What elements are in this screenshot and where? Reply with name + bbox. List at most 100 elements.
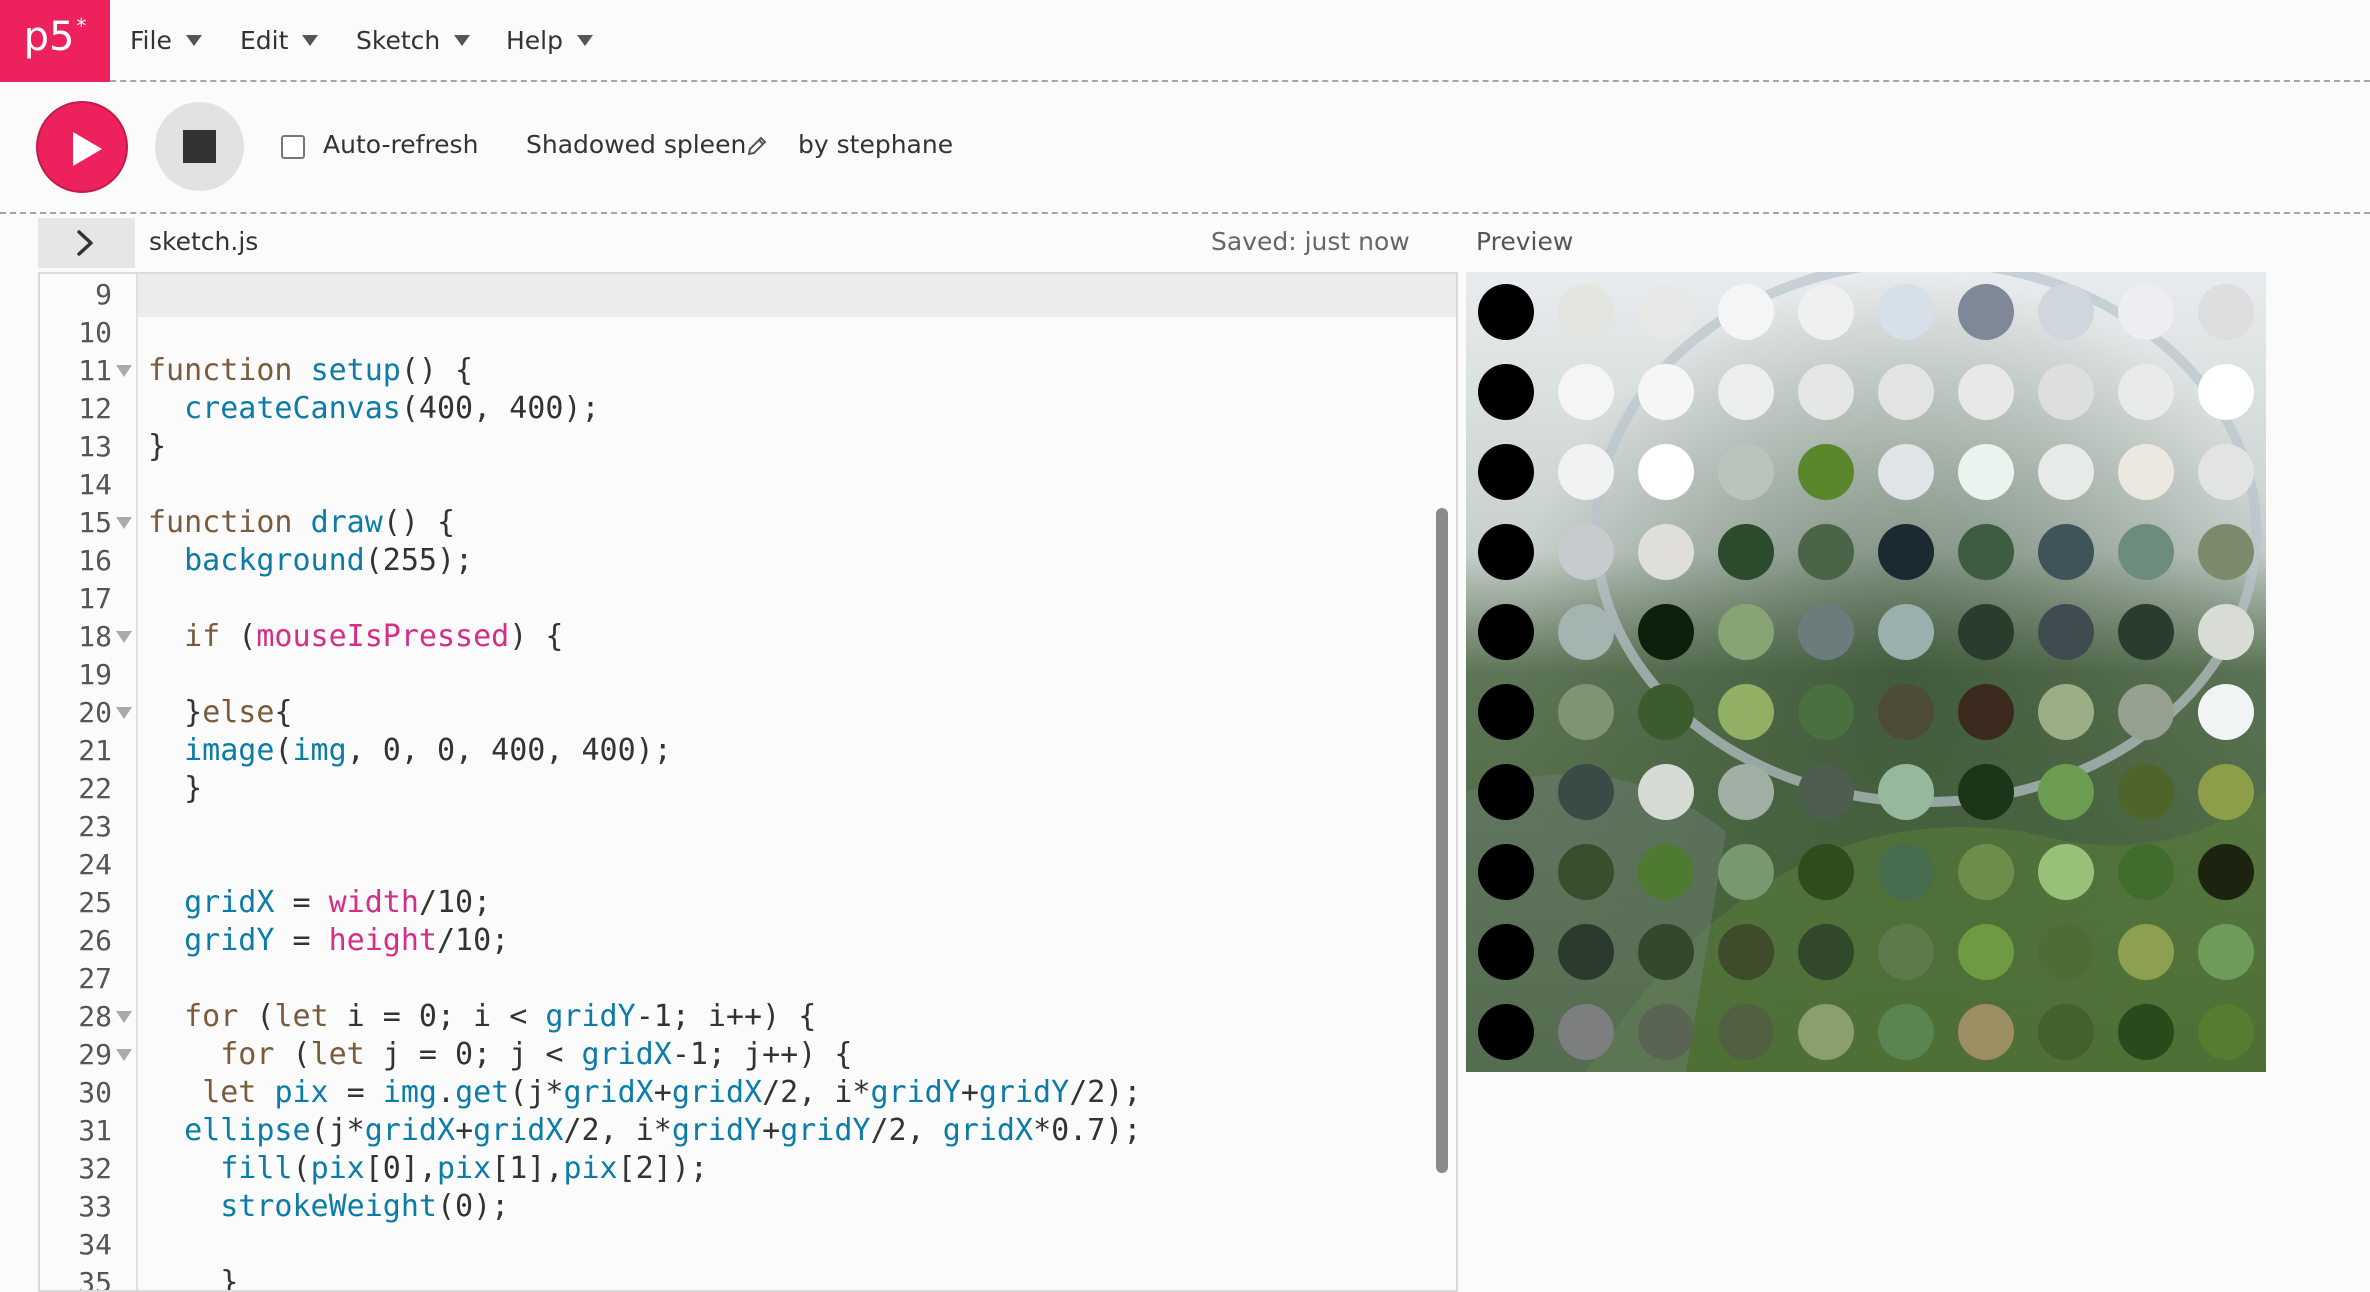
preview-dot <box>1558 364 1614 420</box>
preview-dot <box>1558 444 1614 500</box>
preview-dot <box>1638 524 1694 580</box>
preview-dot <box>1798 844 1854 900</box>
preview-dot <box>1798 444 1854 500</box>
preview-dot <box>1638 764 1694 820</box>
fold-arrow-icon[interactable] <box>116 631 132 643</box>
fold-arrow-icon[interactable] <box>116 365 132 377</box>
preview-dot <box>2198 764 2254 820</box>
preview-dot <box>1878 1004 1934 1060</box>
auto-refresh-label[interactable]: Auto-refresh <box>323 130 478 159</box>
line-number: 16 <box>78 544 112 577</box>
code-line: for (let j = 0; j < gridX-1; j++) { <box>220 1037 853 1072</box>
fold-arrow-icon[interactable] <box>116 1011 132 1023</box>
logo-text: p5 <box>23 14 75 60</box>
fold-arrow-icon[interactable] <box>116 1049 132 1061</box>
preview-canvas[interactable] <box>1466 272 2266 1072</box>
preview-dot <box>2038 444 2094 500</box>
preview-dot <box>2118 684 2174 740</box>
preview-dot <box>1718 604 1774 660</box>
preview-dot <box>1878 524 1934 580</box>
line-number: 11 <box>78 354 112 387</box>
editor-scrollbar[interactable] <box>1436 508 1448 1173</box>
code-line: function draw() { <box>148 505 456 540</box>
preview-dot <box>1798 604 1854 660</box>
menu-sketch-label: Sketch <box>356 26 441 55</box>
preview-dot <box>1878 924 1934 980</box>
line-number: 26 <box>78 924 112 957</box>
preview-dot <box>1478 284 1534 340</box>
preview-dot <box>1478 844 1534 900</box>
line-number: 31 <box>78 1114 112 1147</box>
stop-icon <box>183 130 216 163</box>
line-number: 22 <box>78 772 112 805</box>
preview-dot <box>1878 284 1934 340</box>
preview-dot <box>1958 924 2014 980</box>
menu-file[interactable]: File <box>130 26 202 55</box>
auto-refresh-checkbox[interactable] <box>281 135 305 159</box>
sketch-name[interactable]: Shadowed spleen <box>526 130 746 159</box>
preview-dot <box>1718 764 1774 820</box>
preview-dot <box>1478 444 1534 500</box>
sketch-author[interactable]: by stephane <box>798 130 953 159</box>
code-line: function setup() { <box>148 353 474 388</box>
menu-help[interactable]: Help <box>506 26 593 55</box>
menu-sketch[interactable]: Sketch <box>356 26 471 55</box>
preview-dot <box>2198 684 2254 740</box>
preview-dot <box>1958 444 2014 500</box>
preview-dot <box>1558 924 1614 980</box>
fold-arrow-icon[interactable] <box>116 517 132 529</box>
preview-dot <box>2198 524 2254 580</box>
preview-dot <box>1878 844 1934 900</box>
preview-dot <box>1478 924 1534 980</box>
preview-dot <box>2038 524 2094 580</box>
play-icon <box>73 132 102 166</box>
preview-dot <box>2038 604 2094 660</box>
preview-dot <box>1958 284 2014 340</box>
code-line: } <box>148 771 203 806</box>
file-tab-name[interactable]: sketch.js <box>149 227 258 256</box>
play-button[interactable] <box>36 101 128 193</box>
preview-dot <box>2118 284 2174 340</box>
preview-dot <box>1718 684 1774 740</box>
chevron-down-icon <box>185 35 202 46</box>
preview-dot <box>1638 284 1694 340</box>
preview-dot <box>2118 364 2174 420</box>
line-number: 20 <box>78 696 112 729</box>
preview-dot <box>1718 524 1774 580</box>
stop-button[interactable] <box>155 102 244 191</box>
menu-help-label: Help <box>506 26 563 55</box>
line-number: 21 <box>78 734 112 767</box>
preview-dot <box>1638 844 1694 900</box>
preview-dot <box>1478 764 1534 820</box>
sidebar-toggle-button[interactable] <box>38 218 135 268</box>
preview-dot <box>1958 524 2014 580</box>
preview-dot <box>1958 364 2014 420</box>
preview-dot <box>2118 604 2174 660</box>
line-number: 29 <box>78 1038 112 1071</box>
preview-dot <box>1878 764 1934 820</box>
line-number: 14 <box>78 468 112 501</box>
p5-logo[interactable]: p5 * <box>0 0 110 82</box>
preview-dot <box>1558 604 1614 660</box>
toolbar: Auto-refresh Shadowed spleen by stephane <box>0 84 2370 214</box>
fold-arrow-icon[interactable] <box>116 707 132 719</box>
preview-dot <box>1638 444 1694 500</box>
code-editor[interactable]: 9 10 11 12 13 14 15 16 17 18 19 20 21 22 23 24 25 26 27 28 2… <box>38 272 1458 1292</box>
code-line: createCanvas(400, 400); <box>184 391 600 426</box>
menu-edit[interactable]: Edit <box>240 26 319 55</box>
preview-dot <box>1638 684 1694 740</box>
preview-dot <box>1798 764 1854 820</box>
preview-dot <box>1798 924 1854 980</box>
preview-dot <box>2038 684 2094 740</box>
preview-dot <box>2038 764 2094 820</box>
logo-asterisk: * <box>76 14 87 38</box>
preview-dot <box>1718 284 1774 340</box>
line-number-gutter: 9 10 11 12 13 14 15 16 17 18 19 20 21 22 23 24 25 26 27 28 2… <box>40 274 138 1290</box>
line-number: 13 <box>78 430 112 463</box>
preview-dot <box>2198 1004 2254 1060</box>
code-line: image(img, 0, 0, 400, 400); <box>184 733 672 768</box>
line-number: 25 <box>78 886 112 919</box>
code-line: strokeWeight(0); <box>220 1189 510 1224</box>
pencil-icon[interactable] <box>745 134 769 158</box>
chevron-down-icon <box>302 35 319 46</box>
